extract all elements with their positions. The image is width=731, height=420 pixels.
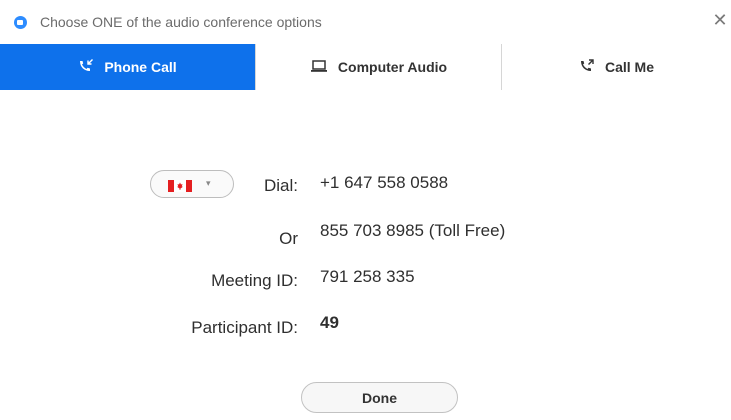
meeting-id-label: Meeting ID: [211,271,298,290]
zoom-app-icon [14,16,27,29]
audio-option-tabs: Phone Call Computer Audio Call Me [0,44,731,90]
tab-label: Phone Call [104,59,177,75]
dial-number: +1 647 558 0588 [320,173,449,192]
tab-computer-audio[interactable]: Computer Audio [255,44,501,90]
window-title: Choose ONE of the audio conference optio… [40,14,322,30]
country-selector[interactable]: ▾ [150,170,234,198]
tab-call-me[interactable]: Call Me [501,44,731,90]
phone-call-icon [78,58,94,76]
toll-free-number: 855 703 8985 (Toll Free) [320,221,506,240]
chevron-down-icon: ▾ [206,178,211,188]
tab-label: Call Me [604,59,654,75]
tab-phone-call[interactable]: Phone Call [0,44,255,90]
participant-id-label: Participant ID: [191,318,298,337]
tab-label: Computer Audio [337,59,448,75]
laptop-icon [310,59,328,76]
done-button[interactable]: Done [301,382,458,413]
phone-call-icon [579,58,595,76]
title-bar: Choose ONE of the audio conference optio… [0,0,731,44]
canada-flag-icon [168,179,192,192]
meeting-id-value: 791 258 335 [320,267,415,286]
or-label: Or [279,229,298,248]
participant-id-value: 49 [320,313,339,332]
dial-label: Dial: [263,176,298,195]
close-button[interactable]: ✕ [711,9,729,31]
